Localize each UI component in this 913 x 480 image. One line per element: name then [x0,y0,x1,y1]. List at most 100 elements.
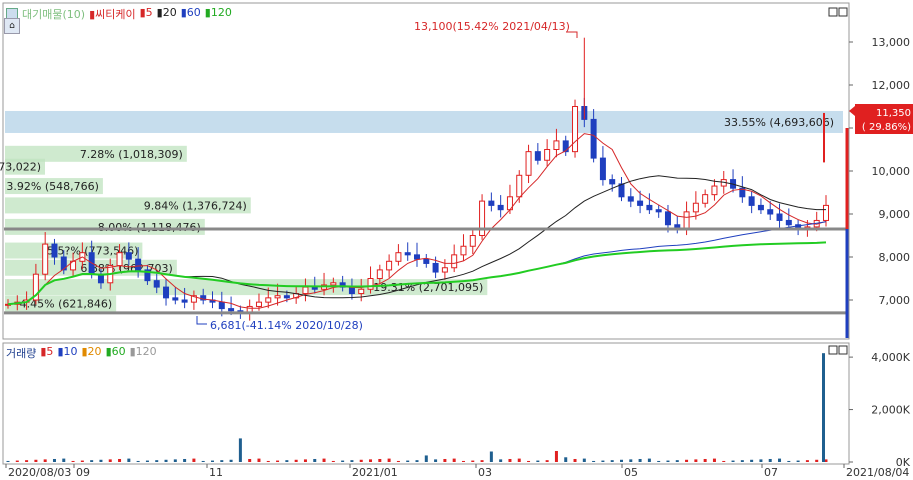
candle-body [823,204,829,221]
candle-body [51,243,58,258]
candle-body [562,140,569,153]
price-tick-label: 7,000 [879,294,911,307]
candle-body [460,245,467,256]
volume-bar [52,458,56,462]
volume-bar [601,460,605,462]
volume-legend-item-1[interactable]: ▮5 [40,345,53,361]
volume-bar [350,460,354,462]
legend-item-0[interactable]: 대기매물(10) [22,6,85,22]
volume-bar [145,460,149,462]
candle-body [767,209,774,215]
volume-bar [647,458,651,462]
x-tick-label: 03 [478,466,492,479]
volume-panel-close-button[interactable] [838,345,848,355]
candle-body [255,301,262,307]
volume-legend-item-2[interactable]: ▮10 [57,345,77,361]
candle-body [153,280,160,288]
volume-bar [499,459,503,462]
volume-bar [768,458,772,462]
volume-bar [536,460,540,462]
volume-bar [80,460,84,462]
candle-body [599,157,606,181]
candle-body [358,288,365,295]
volume-bar [685,459,689,462]
legend-item-4[interactable]: ▮60 [181,6,201,22]
candle-body [776,213,783,221]
volume-bar [238,438,242,462]
volume-bar [461,460,465,462]
candle-body [646,204,653,211]
candle-body [376,269,383,279]
candle-body [404,252,411,256]
price-tick-label: 13,000 [872,36,911,49]
volume-bar [694,459,698,462]
volume-bar [118,458,122,462]
volume-bar [573,458,577,462]
volume-profile-label: 33.55% (4,693,606) [724,116,834,129]
price-axis: 13,00012,00011,00010,0009,0008,0007,000 [849,36,910,307]
volume-bar [183,458,187,462]
price-panel-minimize-button[interactable] [828,7,838,17]
volume-bar [554,450,558,462]
volume-tick-label: 2,000K [871,404,910,417]
candle-body [283,295,290,299]
panel-settings-icon[interactable]: ⌂ [4,18,20,34]
volume-bar [666,460,670,462]
volume-bar [434,459,438,462]
volume-bar [248,458,252,462]
x-tick-label: 07 [764,466,778,479]
volume-legend-item-5[interactable]: ▮120 [130,345,157,361]
volume-profile-label: 9.84% (1,376,724) [144,199,247,212]
volume-profile: 33.55% (4,693,606) 7.28% (1,018,309) 1.24%… [0,110,843,312]
volume-bar [424,455,428,462]
volume-bar [341,460,345,462]
volume-bar [378,458,382,462]
legend-item-1[interactable]: ▮씨티케이 [89,6,136,22]
volume-bar [517,458,521,462]
volume-bar [805,460,809,462]
legend-item-5[interactable]: ▮120 [205,6,232,22]
volume-legend-item-4[interactable]: ▮60 [106,345,126,361]
volume-bar [508,458,512,462]
candle-body [218,301,225,310]
volume-bar [396,460,400,462]
volume-bar [387,458,391,462]
volume-bar [164,459,168,462]
candle-body [265,297,272,303]
volume-bar [229,459,233,462]
volume-panel-minimize-button[interactable] [828,345,838,355]
legend-item-2[interactable]: ▮5 [140,6,153,22]
volume-tick-label: 4,000K [871,351,910,364]
candle-body [488,200,495,206]
volume-bar [322,458,326,462]
candle-body [618,183,625,198]
x-tick-label: 11 [209,466,223,479]
volume-bar [471,460,475,462]
volume-bar [545,460,549,462]
volume-legend-item-3[interactable]: ▮20 [82,345,102,361]
candle-body [451,254,458,269]
volume-bar [192,458,196,462]
volume-bar [359,459,363,462]
price-panel-close-button[interactable] [838,7,848,17]
price-legend: 대기매물(10) ▮씨티케이 ▮5 ▮20 ▮60 ▮120 [6,6,232,22]
candle-body [432,262,439,273]
volume-bar [34,459,38,462]
candle-body [785,219,792,226]
volume-bar [99,459,103,462]
volume-bar [294,459,298,462]
candle-body [125,252,132,260]
candle-body [311,286,318,290]
volume-bar [452,458,456,462]
candle-body [516,174,523,198]
legend-item-3[interactable]: ▮20 [157,6,177,22]
volume-bar [592,460,596,462]
volume-bar [675,460,679,462]
price-tick-label: 10,000 [872,165,911,178]
candle-body [525,151,532,176]
candle-body [683,211,690,230]
volume-bar [750,459,754,462]
volume-bar [285,460,289,462]
high-annotation: 13,100(15.42% 2021/04/13) [414,20,570,33]
volume-legend-item-0[interactable]: 거래량 [6,345,36,361]
